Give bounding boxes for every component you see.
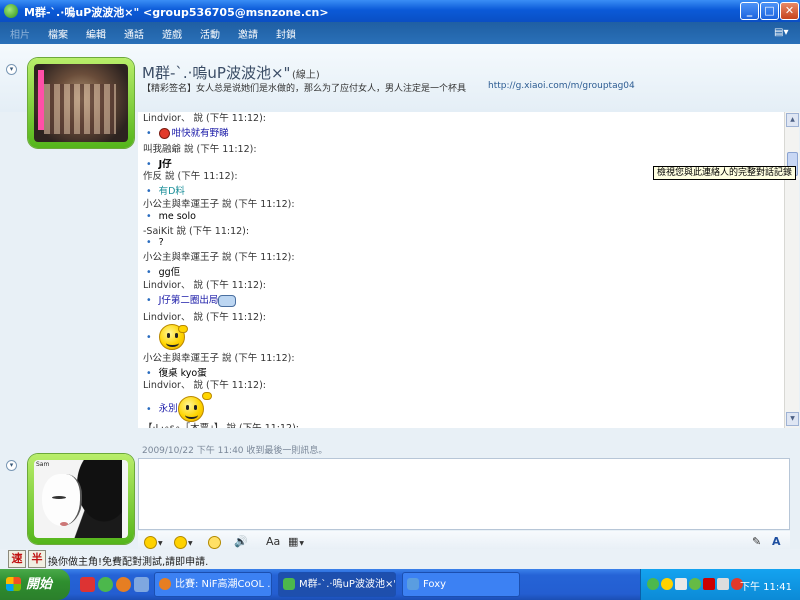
- wink-button[interactable]: ▼: [174, 535, 193, 549]
- message-text: 咁快就有野睇: [146, 125, 229, 139]
- message-text: me solo: [146, 211, 196, 222]
- sender-line: 小公主與幸運王子 說 (下午 11:12):: [143, 252, 295, 263]
- menu-invite[interactable]: 邀請: [238, 26, 258, 41]
- messenger-icon: [4, 4, 18, 18]
- ad-text-link[interactable]: 換你做主角!免費配對測試,請即申請.: [48, 553, 208, 568]
- sender-line: Lindvior、 說 (下午 11:12):: [143, 312, 267, 323]
- message-text: ?: [146, 237, 164, 248]
- personal-url-link[interactable]: http://g.xiaoi.com/m/grouptag04: [488, 81, 635, 91]
- scroll-up-icon[interactable]: ▲: [786, 113, 799, 127]
- nudge-button[interactable]: [208, 535, 221, 549]
- firefox-icon: [159, 578, 171, 590]
- font-button[interactable]: Aa: [266, 535, 280, 549]
- messenger-icon: [283, 578, 295, 590]
- task-button-foxy[interactable]: Foxy: [402, 572, 520, 597]
- message-text: gg佢: [146, 264, 181, 278]
- volume-icon[interactable]: [717, 578, 729, 590]
- minimize-button[interactable]: _: [740, 2, 759, 20]
- contact-avatar[interactable]: [28, 58, 134, 148]
- tray-icon[interactable]: [689, 578, 701, 590]
- ad-button-1[interactable]: 速: [8, 550, 26, 568]
- messenger-tray-icon[interactable]: [647, 578, 659, 590]
- messenger-quicklaunch-icon[interactable]: [98, 577, 113, 592]
- emoticon-button[interactable]: ▼: [144, 535, 163, 549]
- tray-icon[interactable]: [661, 578, 673, 590]
- menu-photos[interactable]: 相片: [10, 26, 30, 41]
- history-tooltip: 檢視您與此連絡人的完整對話記錄: [653, 166, 797, 180]
- handwriting-icon[interactable]: ✎: [752, 535, 761, 549]
- nudge-icon: [208, 535, 221, 549]
- task-button-firefox[interactable]: 比賽: NiF高潮CoOL ...: [154, 572, 272, 597]
- menu-file[interactable]: 檔案: [48, 26, 68, 41]
- sender-line: 作反 說 (下午 11:12):: [143, 171, 238, 182]
- red-face-emoticon: [158, 128, 170, 139]
- system-tray: 下午 11:41: [640, 569, 800, 600]
- ad-button-2[interactable]: 半: [28, 550, 46, 568]
- conversation-scrollbar[interactable]: ▲ ▼: [784, 112, 799, 428]
- scroll-down-icon[interactable]: ▼: [786, 412, 799, 426]
- firefox-quicklaunch-icon[interactable]: [116, 577, 131, 592]
- close-button[interactable]: ✕: [780, 2, 799, 20]
- desktop-quicklaunch-icon[interactable]: [134, 577, 149, 592]
- conversation-history: Lindvior、 說 (下午 11:12): 咁快就有野睇 叫我融爺 說 (下…: [138, 112, 784, 428]
- sender-line: 【·L·∘s∘「木票」】 說 (下午 11:12):: [143, 420, 299, 428]
- title-bar: M群-`.·嗚uP波波池×" <group536705@msnzone.cn> …: [0, 0, 800, 22]
- my-avatar[interactable]: Sam: [28, 454, 134, 544]
- menu-options-icon[interactable]: ▤▾: [774, 27, 788, 38]
- background-button[interactable]: ▦▼: [288, 535, 304, 549]
- taskbar: 開始 比賽: NiF高潮CoOL ... M群-`.·嗚uP波波池×"... F…: [0, 569, 800, 600]
- contact-status: (線上): [292, 70, 320, 81]
- waving-hand-icon: [178, 325, 188, 333]
- voice-clip-button[interactable]: 🔊: [234, 535, 248, 549]
- waving-hand-icon: [202, 392, 212, 400]
- quicklaunch-icon[interactable]: [80, 577, 95, 592]
- window-title: M群-`.·嗚uP波波池×" <group536705@msnzone.cn>: [24, 6, 329, 19]
- sender-line: Lindvior、 說 (下午 11:12):: [143, 280, 267, 291]
- text-mode-icon[interactable]: A: [772, 535, 781, 549]
- contact-name: M群-`.·嗚uP波波池×": [142, 64, 291, 82]
- sender-line: 小公主與幸運王子 說 (下午 11:12):: [143, 353, 295, 364]
- message-input[interactable]: [138, 458, 790, 530]
- shield-icon[interactable]: [675, 578, 687, 590]
- menu-call[interactable]: 通話: [124, 26, 144, 41]
- sender-line: 小公主與幸運王子 說 (下午 11:12):: [143, 199, 295, 210]
- message-text: 有D料: [146, 183, 185, 197]
- ad-strip: 速 半 換你做主角!免費配對測試,請即申請.: [0, 549, 800, 569]
- message-text: 永別: [146, 396, 204, 422]
- ati-icon[interactable]: [703, 578, 715, 590]
- mini-face-emoticon: [218, 294, 237, 307]
- collapse-top-icon[interactable]: ▾: [6, 64, 17, 75]
- menu-bar: 相片 檔案 編輯 通話 遊戲 活動 邀請 封鎖 ▤▾: [0, 22, 800, 44]
- sender-line: -SaiKit 說 (下午 11:12):: [143, 226, 250, 237]
- task-button-messenger[interactable]: M群-`.·嗚uP波波池×"...: [278, 572, 396, 597]
- personal-message: 【精彩签名】女人总是说她们是水做的，那么为了应付女人，男人注定是一个杯具: [142, 84, 467, 94]
- last-message-time: 2009/10/22 下午 11:40 收到最後一則訊息。: [142, 446, 328, 456]
- message-text: J仔第二圈出局: [146, 292, 237, 307]
- sender-line: Lindvior、 說 (下午 11:12):: [143, 113, 267, 124]
- sender-line: 叫我融爺 說 (下午 11:12):: [143, 144, 257, 155]
- collapse-bottom-icon[interactable]: ▾: [6, 460, 17, 471]
- windows-logo-icon: [6, 577, 21, 591]
- sender-line: Lindvior、 說 (下午 11:12):: [143, 380, 267, 391]
- foxy-icon: [407, 578, 419, 590]
- maximize-button[interactable]: □: [760, 2, 779, 20]
- menu-games[interactable]: 遊戲: [162, 26, 182, 41]
- menu-activities[interactable]: 活動: [200, 26, 220, 41]
- menu-edit[interactable]: 編輯: [86, 26, 106, 41]
- wink-icon: [174, 535, 187, 549]
- start-button[interactable]: 開始: [0, 569, 70, 600]
- smile-icon: [144, 535, 157, 549]
- smiley-emoticon: [177, 396, 204, 422]
- menu-block[interactable]: 封鎖: [276, 26, 296, 41]
- clock: 下午 11:41: [740, 582, 792, 593]
